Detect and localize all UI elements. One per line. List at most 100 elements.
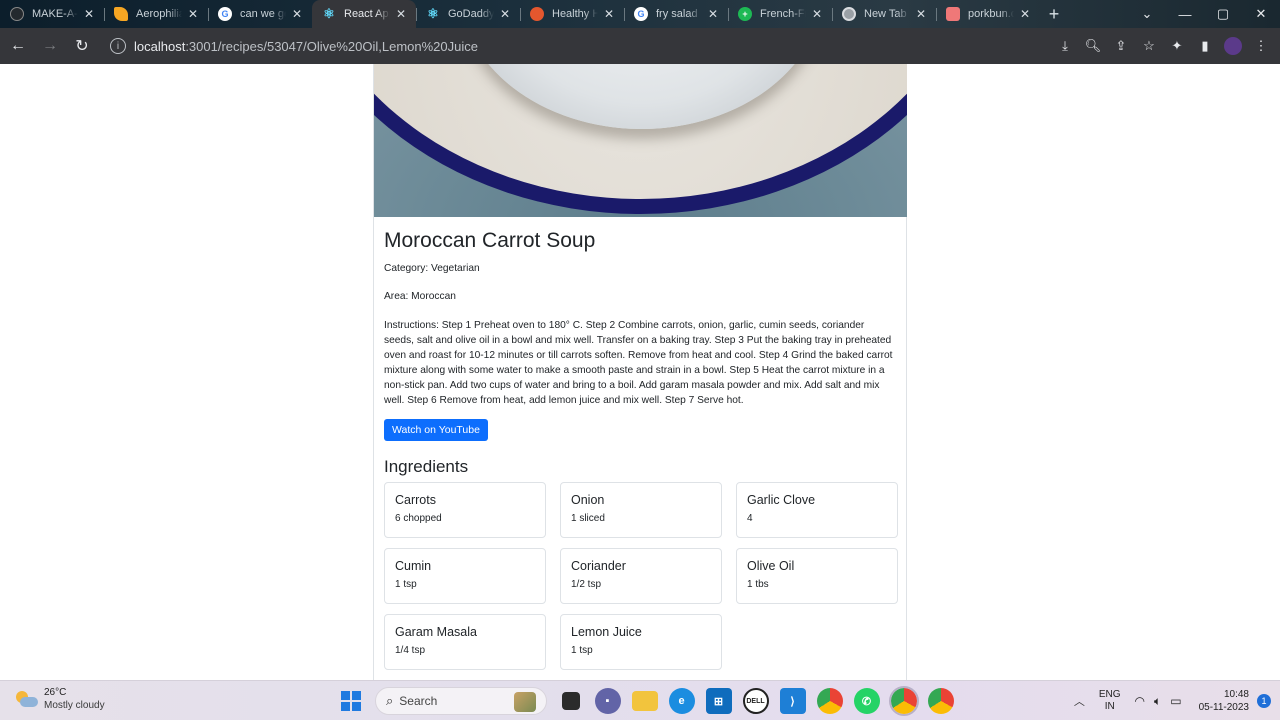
region-code: IN bbox=[1104, 701, 1115, 712]
language-indicator[interactable]: ENG IN bbox=[1099, 689, 1121, 713]
taskbar: 26°C Mostly cloudy ⌕ Search ▪ e ⊞ DELL ⟩… bbox=[0, 680, 1280, 720]
react-icon: ⚛ bbox=[427, 6, 439, 21]
install-icon[interactable]: ⤓ bbox=[1052, 32, 1078, 60]
close-icon[interactable]: ✕ bbox=[706, 7, 720, 21]
tab-title: MAKE-A-T bbox=[32, 8, 78, 20]
browser-tab[interactable]: Aerophilia ✕ bbox=[104, 0, 208, 28]
date: 05-11-2023 bbox=[1198, 702, 1249, 713]
tab-title: React App bbox=[344, 8, 390, 20]
close-icon[interactable]: ✕ bbox=[602, 7, 616, 21]
ingredient-card: Garam Masala 1/4 tsp bbox=[384, 614, 546, 670]
ingredient-measure: 6 chopped bbox=[395, 513, 442, 524]
battery-icon[interactable]: ▭ bbox=[1170, 694, 1181, 708]
ingredient-card: Cumin 1 tsp bbox=[384, 548, 546, 604]
weather-condition: Mostly cloudy bbox=[44, 700, 105, 711]
weather-widget[interactable]: 26°C Mostly cloudy bbox=[14, 687, 105, 712]
search-placeholder: Search bbox=[399, 694, 438, 708]
ingredient-name: Coriander bbox=[571, 559, 626, 573]
browser-tab[interactable]: G can we ge ✕ bbox=[208, 0, 312, 28]
ingredient-card: Carrots 6 chopped bbox=[384, 482, 546, 538]
close-icon[interactable]: ✕ bbox=[394, 7, 408, 21]
toolbar-icons: ⤓ 🔍︎ ⇪ ☆ ✦ ▮ ⋮ bbox=[1052, 32, 1274, 60]
tab-title: fry salad bbox=[656, 8, 698, 20]
browser-tab[interactable]: + French-Fr ✕ bbox=[728, 0, 832, 28]
browser-toolbar: ← → ↻ i localhost:3001/recipes/53047/Oli… bbox=[0, 28, 1280, 64]
windows-start-icon[interactable] bbox=[338, 688, 364, 714]
menu-icon[interactable]: ⋮ bbox=[1248, 32, 1274, 60]
file-explorer-icon[interactable] bbox=[631, 691, 658, 711]
page-viewport: Moroccan Carrot Soup Category: Vegetaria… bbox=[0, 64, 1280, 680]
microsoft-store-icon[interactable]: ⊞ bbox=[705, 688, 732, 714]
close-icon[interactable]: ✕ bbox=[1018, 7, 1032, 21]
browser-tab[interactable]: MAKE-A-T ✕ bbox=[0, 0, 104, 28]
back-button[interactable]: ← bbox=[4, 32, 32, 60]
browser-tab[interactable]: porkbun.c ✕ bbox=[936, 0, 1040, 28]
reload-button[interactable]: ↻ bbox=[68, 32, 96, 60]
close-icon[interactable]: ✕ bbox=[914, 7, 928, 21]
taskbar-search[interactable]: ⌕ Search bbox=[375, 687, 547, 715]
recipe-body: Moroccan Carrot Soup Category: Vegetaria… bbox=[374, 217, 906, 670]
close-icon[interactable]: ✕ bbox=[186, 7, 200, 21]
address-bar[interactable]: i localhost:3001/recipes/53047/Olive%20O… bbox=[102, 32, 1062, 60]
teams-chat-icon[interactable]: ▪ bbox=[594, 688, 621, 714]
site-info-icon[interactable]: i bbox=[110, 38, 126, 54]
close-icon[interactable]: ✕ bbox=[498, 7, 512, 21]
chrome-profile-icon[interactable] bbox=[816, 688, 843, 714]
taskbar-apps: ⌕ Search ▪ e ⊞ DELL ⟩ ✆ bbox=[332, 686, 959, 716]
minimize-button[interactable]: — bbox=[1166, 0, 1204, 28]
recipe-category: Category: Vegetarian bbox=[384, 263, 480, 274]
watch-on-youtube-button[interactable]: Watch on YouTube bbox=[384, 419, 488, 441]
recipe-area: Area: Moroccan bbox=[384, 291, 456, 302]
share-icon[interactable]: ⇪ bbox=[1108, 32, 1134, 60]
ingredient-name: Onion bbox=[571, 493, 605, 507]
firebase-icon bbox=[114, 7, 128, 21]
vscode-icon[interactable]: ⟩ bbox=[779, 688, 806, 714]
zoom-icon[interactable]: 🔍︎ bbox=[1080, 32, 1106, 60]
new-tab-button[interactable]: + bbox=[1040, 0, 1068, 28]
close-icon[interactable]: ✕ bbox=[290, 7, 304, 21]
wifi-icon[interactable]: ◠ bbox=[1135, 694, 1145, 708]
ingredient-measure: 4 bbox=[747, 513, 753, 524]
dell-icon[interactable]: DELL bbox=[742, 688, 769, 714]
chevron-up-icon[interactable]: ︿ bbox=[1074, 693, 1085, 709]
language-code: ENG bbox=[1098, 689, 1121, 700]
google-icon: G bbox=[634, 7, 648, 21]
volume-muted-icon[interactable]: 🔈︎ bbox=[1154, 694, 1161, 709]
tab-title: French-Fr bbox=[760, 8, 806, 20]
browser-tab-active[interactable]: ⚛ React App ✕ bbox=[312, 0, 416, 28]
recipe-instructions: Instructions: Step 1 Preheat oven to 180… bbox=[384, 320, 893, 406]
ingredient-name: Garam Masala bbox=[395, 625, 477, 639]
ingredient-card: Garlic Clove 4 bbox=[736, 482, 898, 538]
ingredient-card: Olive Oil 1 tbs bbox=[736, 548, 898, 604]
browser-tab[interactable]: New Tab ✕ bbox=[832, 0, 936, 28]
browser-tab[interactable]: Healthy H ✕ bbox=[520, 0, 624, 28]
bookmark-star-icon[interactable]: ☆ bbox=[1136, 32, 1162, 60]
ingredient-name: Cumin bbox=[395, 559, 432, 573]
ingredient-card: Coriander 1/2 tsp bbox=[560, 548, 722, 604]
profile-avatar[interactable] bbox=[1224, 37, 1242, 55]
task-view-icon[interactable] bbox=[562, 692, 580, 710]
edge-icon[interactable]: e bbox=[668, 688, 695, 714]
tab-search-icon[interactable]: ⌄ bbox=[1128, 0, 1166, 28]
tab-title: can we ge bbox=[240, 8, 286, 20]
recipe-image bbox=[374, 64, 907, 217]
extensions-icon[interactable]: ✦ bbox=[1164, 32, 1190, 60]
chrome-icon[interactable] bbox=[888, 686, 919, 716]
ingredient-measure: 1 tsp bbox=[395, 579, 417, 590]
close-icon[interactable]: ✕ bbox=[82, 7, 96, 21]
notification-badge[interactable]: 1 bbox=[1257, 694, 1271, 708]
browser-tab[interactable]: G fry salad ✕ bbox=[624, 0, 728, 28]
browser-tab[interactable]: ⚛ GoDaddy ✕ bbox=[416, 0, 520, 28]
maximize-button[interactable]: ▢ bbox=[1204, 0, 1242, 28]
close-icon[interactable]: ✕ bbox=[810, 7, 824, 21]
forward-button[interactable]: → bbox=[36, 32, 64, 60]
url-path: :3001/recipes/53047/Olive%20Oil,Lemon%20… bbox=[185, 38, 478, 54]
side-panel-icon[interactable]: ▮ bbox=[1192, 32, 1218, 60]
close-window-button[interactable]: ✕ bbox=[1242, 0, 1280, 28]
chrome-profile-icon[interactable] bbox=[927, 688, 954, 714]
clock[interactable]: 10:48 05-11-2023 bbox=[1199, 688, 1249, 714]
whatsapp-icon[interactable]: ✆ bbox=[853, 688, 880, 714]
tab-title: New Tab bbox=[864, 8, 907, 20]
app-icon bbox=[530, 7, 544, 21]
ingredient-card: Onion 1 sliced bbox=[560, 482, 722, 538]
